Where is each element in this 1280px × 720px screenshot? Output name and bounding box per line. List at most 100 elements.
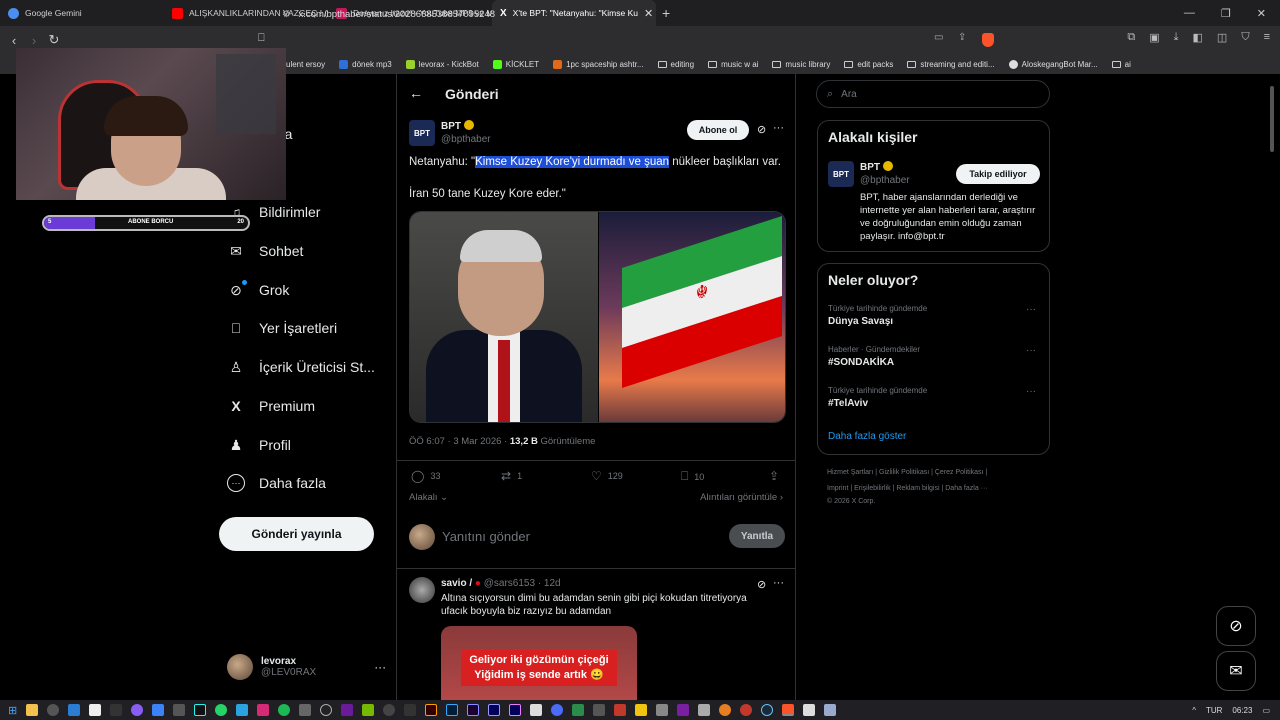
nav-creator-studio[interactable]: ♙ İçerik Üreticisi St...	[227, 358, 375, 376]
app-icon[interactable]	[551, 704, 564, 716]
brave-shield-icon[interactable]	[982, 33, 994, 47]
tiktok-icon[interactable]	[194, 704, 207, 716]
back-arrow-icon[interactable]: ←	[409, 85, 423, 101]
bookmark-action[interactable]: ⎕ 10	[681, 469, 704, 484]
reload-icon[interactable]: ↻	[44, 32, 64, 48]
wallet-icon[interactable]: ▣	[1149, 31, 1159, 44]
bookmark-item[interactable]: levorax - KickBot	[405, 59, 479, 69]
grok-explain-icon[interactable]: ⊘	[757, 123, 766, 136]
nav-grok[interactable]: ⊘ Grok	[227, 281, 289, 299]
bookmark-folder[interactable]: ai	[1111, 60, 1131, 69]
commenter-avatar[interactable]	[409, 577, 435, 603]
obs-icon[interactable]	[320, 704, 333, 716]
nav-bookmarks[interactable]: ⎕ Yer İşaretleri	[227, 319, 337, 337]
app-icon[interactable]	[635, 704, 648, 716]
chevron-up-icon[interactable]: ^	[1192, 706, 1196, 715]
app-icon[interactable]	[341, 704, 354, 716]
app-icon[interactable]	[740, 704, 753, 716]
reply-input[interactable]: Yanıtını gönder	[442, 529, 530, 544]
person-name[interactable]: BPT	[860, 161, 893, 173]
footer-links[interactable]: Imprint | Erişilebilirlik | Reklam bilgi…	[827, 485, 988, 492]
cast-icon[interactable]: ▭	[934, 32, 943, 43]
notion-icon[interactable]	[89, 704, 102, 716]
app-icon[interactable]	[677, 704, 690, 716]
bookmark-item[interactable]: 1pc spaceship ashtr...	[553, 59, 644, 69]
app-icon[interactable]	[110, 704, 123, 716]
post-handle[interactable]: @bpthaber	[441, 134, 491, 145]
media-encoder-icon[interactable]	[467, 704, 480, 716]
scrollbar-thumb[interactable]	[1270, 86, 1274, 152]
following-button[interactable]: Takip ediliyor	[956, 164, 1040, 184]
input-language[interactable]: TUR	[1206, 706, 1222, 715]
app-icon[interactable]	[656, 704, 669, 716]
bookmark-item[interactable]: KİCKLET	[492, 59, 539, 69]
bookmark-page-icon[interactable]: ⎕	[258, 32, 265, 45]
app-icon[interactable]	[614, 704, 627, 716]
post-image[interactable]: ☬	[409, 211, 786, 423]
steam-icon[interactable]	[761, 704, 774, 716]
bookmark-folder[interactable]: editing	[657, 60, 694, 69]
post-author[interactable]: BPT	[441, 120, 474, 132]
app-icon[interactable]	[824, 704, 837, 716]
vpn-icon[interactable]: ⛉	[1241, 31, 1249, 44]
commenter-handle[interactable]: @sars6153	[484, 578, 535, 589]
share-icon[interactable]: ⇪	[958, 32, 966, 43]
post-time[interactable]: ÖÖ 6:07 · 3 Mar 2026 ·	[409, 436, 510, 447]
back-icon[interactable]: ‹	[4, 33, 24, 48]
share-action[interactable]: ⇪	[769, 469, 779, 483]
app-icon[interactable]	[47, 704, 60, 716]
nav-premium[interactable]: X Premium	[227, 397, 315, 415]
app-icon[interactable]	[530, 704, 543, 716]
relevance-dropdown[interactable]: Alakalı ⌄	[409, 492, 448, 503]
forward-icon[interactable]: ›	[24, 33, 44, 48]
instagram-icon[interactable]	[257, 704, 270, 716]
url-field[interactable]: ⚙ x.com/bpthaber/status/2028668538857095…	[282, 4, 1004, 24]
brave-icon[interactable]	[782, 704, 795, 716]
tab-gemini[interactable]: Google Gemini	[0, 0, 164, 26]
more-icon[interactable]: ···	[1026, 304, 1036, 315]
trend-item[interactable]: Türkiye tarihinde gündemde Dünya Savaşı	[828, 304, 927, 327]
bpt-avatar[interactable]: BPT	[828, 161, 854, 187]
app-icon[interactable]	[404, 704, 417, 716]
more-icon[interactable]: ···	[773, 577, 784, 589]
app-icon[interactable]	[131, 704, 144, 716]
after-effects-icon[interactable]	[488, 704, 501, 716]
reply-button[interactable]: Yanıtla	[729, 524, 785, 548]
commenter-name[interactable]: savio /	[441, 578, 472, 589]
nav-chat[interactable]: ✉ Sohbet	[227, 242, 303, 260]
bookmark-item[interactable]: AloskegangBot Mar...	[1008, 59, 1098, 69]
repost-action[interactable]: ⇄ 1	[501, 469, 522, 483]
person-handle[interactable]: @bpthaber	[860, 175, 910, 186]
reply-action[interactable]: ◯ 33	[411, 469, 440, 483]
footer-links[interactable]: Hizmet Şartları | Gizlilik Politikası | …	[827, 469, 987, 476]
bookmark-folder[interactable]: music w ai	[708, 60, 758, 69]
app-icon[interactable]	[803, 704, 816, 716]
clock[interactable]: 06:23	[1232, 706, 1252, 715]
trend-item[interactable]: Haberler · Gündemdekiler #SONDAKİKA	[828, 345, 920, 368]
post-button[interactable]: Gönderi yayınla	[219, 517, 374, 551]
notification-icon[interactable]: ▭	[1262, 706, 1270, 715]
screenshot-icon[interactable]: ◫	[1217, 31, 1227, 44]
more-icon[interactable]: ···	[374, 660, 386, 674]
photoshop-icon[interactable]	[446, 704, 459, 716]
app-icon[interactable]	[299, 704, 312, 716]
app-icon[interactable]	[383, 704, 396, 716]
subscribe-button[interactable]: Abone ol	[687, 120, 749, 140]
explorer-icon[interactable]	[26, 704, 39, 716]
spotify-icon[interactable]	[278, 704, 291, 716]
nvidia-icon[interactable]	[362, 704, 375, 716]
bpt-avatar[interactable]: BPT	[409, 120, 435, 146]
search-box[interactable]: ⌕ Ara	[816, 80, 1050, 108]
grok-fab-button[interactable]: ⊘	[1216, 606, 1256, 646]
bookmark-folder[interactable]: music library	[772, 60, 830, 69]
extensions-icon[interactable]: ⧉	[1127, 31, 1135, 44]
app-icon[interactable]	[698, 704, 711, 716]
telegram-icon[interactable]	[236, 704, 249, 716]
bookmark-folder[interactable]: edit packs	[844, 60, 893, 69]
whatsapp-icon[interactable]	[215, 704, 228, 716]
more-icon[interactable]: ···	[1026, 386, 1036, 397]
messages-fab-button[interactable]: ✉	[1216, 651, 1256, 691]
like-action[interactable]: ♡ 129	[591, 469, 623, 483]
account-switcher[interactable]: levorax @LEV0RAX ···	[227, 654, 386, 680]
nav-profile[interactable]: ♟ Profil	[227, 436, 291, 454]
